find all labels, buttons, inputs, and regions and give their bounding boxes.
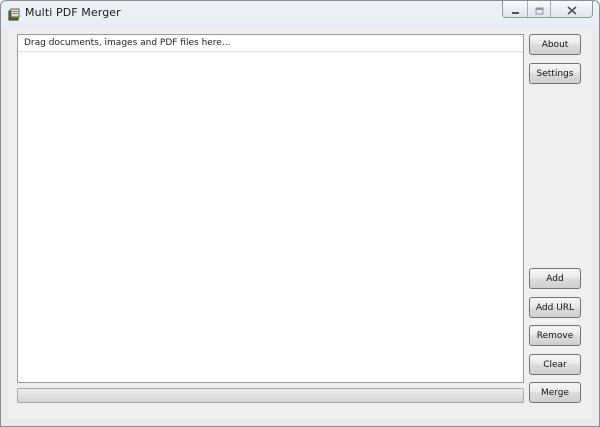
minimize-button[interactable] bbox=[503, 1, 528, 17]
add-button[interactable]: Add bbox=[529, 268, 581, 289]
title-bar[interactable]: Multi PDF Merger bbox=[1, 1, 599, 25]
close-button[interactable] bbox=[551, 1, 592, 17]
minimize-icon bbox=[511, 1, 520, 17]
maximize-button[interactable] bbox=[528, 1, 551, 17]
clear-button[interactable]: Clear bbox=[529, 354, 581, 375]
settings-button[interactable]: Settings bbox=[529, 63, 581, 84]
merge-button[interactable]: Merge bbox=[529, 382, 581, 403]
file-drop-list[interactable]: Drag documents, images and PDF files her… bbox=[17, 34, 524, 383]
drop-hint: Drag documents, images and PDF files her… bbox=[18, 35, 523, 52]
client-area: Drag documents, images and PDF files her… bbox=[8, 29, 592, 419]
window-title: Multi PDF Merger bbox=[25, 6, 121, 19]
caption-buttons bbox=[502, 1, 593, 18]
remove-button[interactable]: Remove bbox=[529, 325, 581, 346]
progress-bar bbox=[17, 388, 524, 403]
about-button[interactable]: About bbox=[529, 34, 581, 55]
add-url-button[interactable]: Add URL bbox=[529, 297, 581, 318]
maximize-icon bbox=[535, 1, 544, 17]
app-window: Multi PDF Merger Drag documents, images … bbox=[0, 0, 600, 427]
close-icon bbox=[566, 1, 577, 17]
pdf-app-icon bbox=[8, 6, 20, 21]
